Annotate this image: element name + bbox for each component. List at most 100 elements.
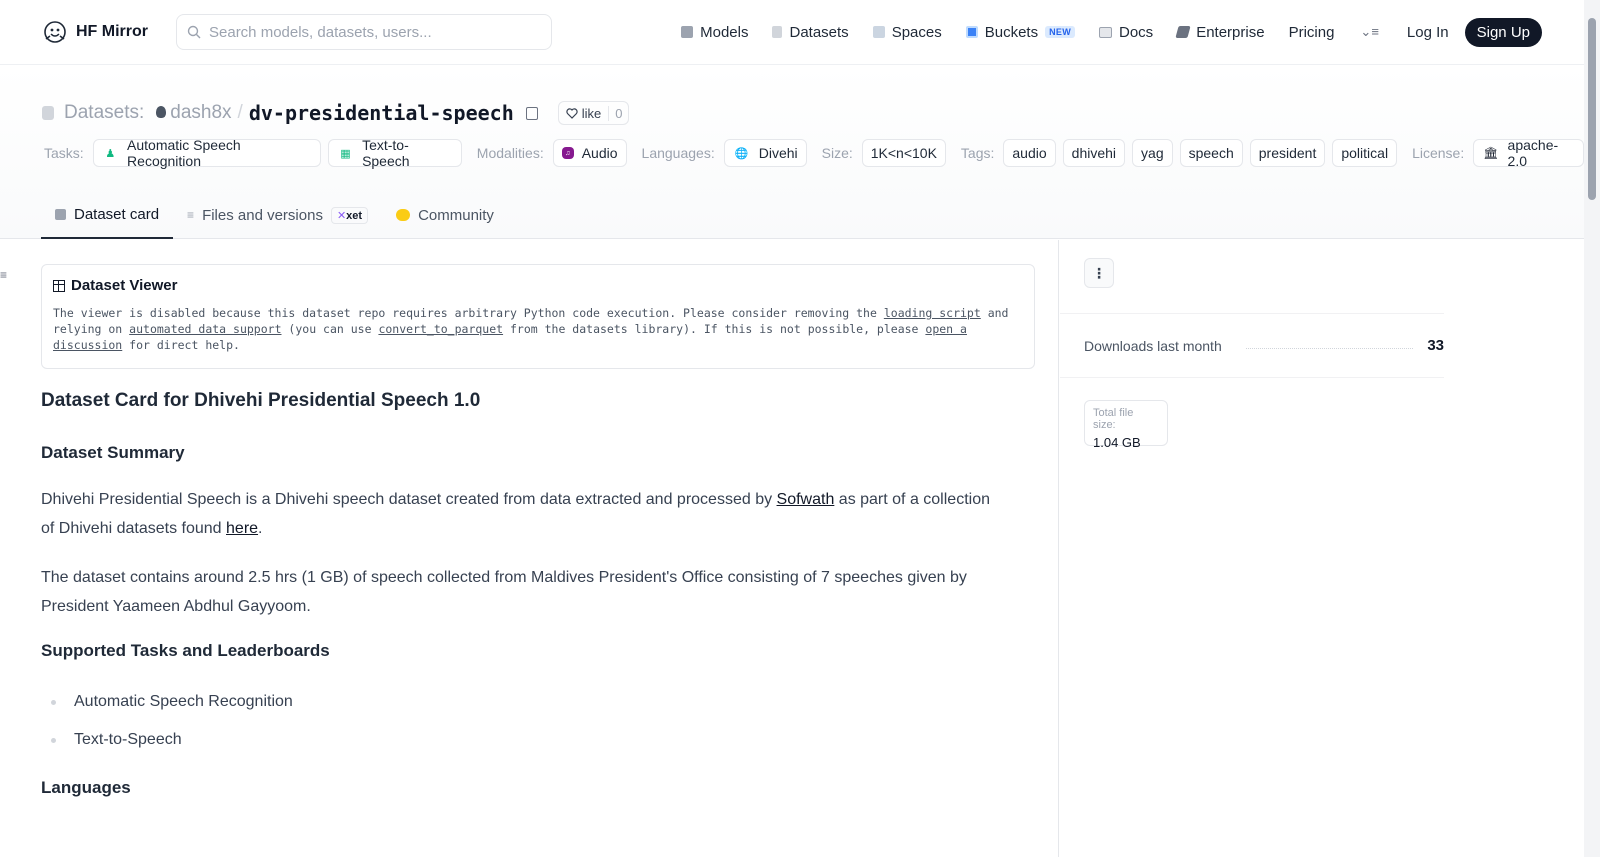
bucket-icon xyxy=(965,26,978,38)
tags-row: Tasks: ♟ Automatic Speech Recognition ▦ Te… xyxy=(44,137,1584,169)
nav-spaces-label: Spaces xyxy=(891,23,942,41)
more-options-button[interactable]: ⋮ xyxy=(1084,258,1114,288)
modalities-label: Modalities: xyxy=(476,145,544,161)
license-icon: 🏛 xyxy=(1483,146,1499,160)
nav-datasets-label: Datasets xyxy=(789,23,849,41)
heart-icon xyxy=(566,107,578,119)
nav-docs[interactable]: Docs xyxy=(1087,16,1165,48)
signup-button[interactable]: Sign Up xyxy=(1464,17,1542,47)
book-icon xyxy=(1099,26,1112,38)
tag-political[interactable]: political xyxy=(1332,139,1398,167)
summary-paragraph-1: Dhivehi Presidential Speech is a Dhivehi… xyxy=(41,485,1001,543)
dataset-viewer-title: Dataset Viewer xyxy=(53,277,1023,294)
downloads-row: Downloads last month 33 xyxy=(1060,313,1444,378)
repo-title-row: Datasets: dash8x / dv-presidential-speec… xyxy=(42,101,630,125)
nav-docs-label: Docs xyxy=(1119,23,1154,41)
automated-data-support-link[interactable]: automated data support xyxy=(129,322,281,336)
tag-asr[interactable]: ♟ Automatic Speech Recognition xyxy=(92,137,321,169)
languages-label: Languages: xyxy=(641,145,715,161)
more-menu-icon[interactable]: ⌄≡ xyxy=(1346,24,1392,40)
tab-dataset-card[interactable]: Dataset card xyxy=(41,191,174,239)
top-navbar: HF Mirror Models Datasets Spaces Buckets… xyxy=(0,0,1584,65)
section-label[interactable]: Datasets: xyxy=(64,102,144,124)
copy-icon[interactable] xyxy=(525,106,538,120)
tag-president[interactable]: president xyxy=(1249,139,1326,167)
xet-icon: ✕ xyxy=(336,209,347,222)
viewer-title-text: Dataset Viewer xyxy=(71,277,178,294)
convert-to-parquet-link[interactable]: convert_to_parquet xyxy=(378,322,503,336)
new-badge: NEW xyxy=(1045,26,1075,38)
summary-text-c: . xyxy=(258,520,263,537)
tasks-list: Automatic Speech Recognition Text-to-Spe… xyxy=(41,683,1001,759)
tag-size[interactable]: 1K<n<10K xyxy=(861,139,946,167)
nav-pricing[interactable]: Pricing xyxy=(1277,16,1347,48)
database-icon xyxy=(42,106,54,120)
file-size-label: Total file size: xyxy=(1093,407,1134,431)
nav-buckets[interactable]: Buckets NEW xyxy=(954,16,1087,48)
page-scrollbar[interactable] xyxy=(1584,0,1600,857)
tag-dhivehi[interactable]: dhivehi xyxy=(1062,139,1126,167)
nav-models[interactable]: Models xyxy=(669,16,760,48)
dataset-card: Dataset Card for Dhivehi Presidential Sp… xyxy=(41,390,1001,820)
database-icon xyxy=(772,26,783,38)
tag-tts-label: Text-to-Speech xyxy=(362,137,410,169)
nav-buckets-label: Buckets xyxy=(984,23,1039,41)
search-input[interactable] xyxy=(209,23,529,41)
file-size-value: 1.04 GB xyxy=(1093,435,1141,450)
login-link[interactable]: Log In xyxy=(1393,24,1463,41)
tasks-heading: Supported Tasks and Leaderboards xyxy=(41,641,330,660)
here-link[interactable]: here xyxy=(226,520,258,537)
list-item: Text-to-Speech xyxy=(41,721,1001,759)
owner-name: dash8x xyxy=(170,102,232,123)
list-item: Automatic Speech Recognition xyxy=(41,683,1001,721)
tab-files-and-versions[interactable]: ≡ Files and versions ✕xet xyxy=(173,191,382,239)
tag-tts[interactable]: ▦ Text-to-Speech xyxy=(327,137,462,169)
enterprise-icon xyxy=(1175,26,1191,38)
brand-name: HF Mirror xyxy=(76,23,148,40)
nav-enterprise[interactable]: Enterprise xyxy=(1165,16,1276,48)
viewer-text-3: (you can use xyxy=(281,322,379,336)
tag-audio-keyword[interactable]: audio xyxy=(1003,139,1056,167)
tag-audio[interactable]: ♫ Audio xyxy=(552,139,627,167)
tag-yag[interactable]: yag xyxy=(1132,139,1173,167)
search-box[interactable] xyxy=(176,14,552,50)
like-button[interactable]: like xyxy=(559,106,609,121)
tag-license[interactable]: 🏛 apache-2.0 xyxy=(1473,137,1584,169)
tts-icon: ▦ xyxy=(340,147,351,160)
like-label: like xyxy=(581,105,602,121)
nav-spaces[interactable]: Spaces xyxy=(861,16,954,48)
nav-datasets[interactable]: Datasets xyxy=(760,16,860,48)
summary-heading: Dataset Summary xyxy=(41,443,185,462)
viewer-text-4: from the datasets library). If this is n… xyxy=(503,322,926,336)
tab-dataset-card-label: Dataset card xyxy=(74,205,160,223)
summary-paragraph-2: The dataset contains around 2.5 hrs (1 G… xyxy=(41,569,967,615)
main-content: Dataset Viewer The viewer is disabled be… xyxy=(0,240,1059,857)
file-size-box: Total file size: 1.04 GB xyxy=(1084,400,1168,450)
path-separator: / xyxy=(237,102,243,123)
viewer-text-5: for direct help. xyxy=(122,338,240,352)
tab-community[interactable]: Community xyxy=(382,191,508,239)
sofwath-link[interactable]: Sofwath xyxy=(777,491,835,508)
hf-logo-icon xyxy=(44,21,66,43)
tag-speech[interactable]: speech xyxy=(1179,139,1243,167)
like-count[interactable]: 0 xyxy=(608,105,628,121)
xet-badge-label: xet xyxy=(346,209,363,222)
tag-asr-label: Automatic Speech Recognition xyxy=(127,137,241,169)
downloads-sparkline xyxy=(1245,348,1414,349)
table-icon xyxy=(53,279,65,292)
globe-icon: 🌐 xyxy=(734,147,749,160)
brand-link[interactable]: HF Mirror xyxy=(42,19,172,45)
repo-name[interactable]: dv-presidential-speech xyxy=(249,101,514,125)
tab-files-label: Files and versions xyxy=(202,206,323,224)
summary-text-a: Dhivehi Presidential Speech is a Dhivehi… xyxy=(41,491,777,508)
loading-script-link[interactable]: loading script xyxy=(884,306,981,320)
owner-link[interactable]: dash8x xyxy=(156,102,232,124)
community-icon xyxy=(396,209,411,221)
cube-icon xyxy=(681,26,694,38)
search-icon xyxy=(187,25,201,39)
tags-label: Tags: xyxy=(960,145,995,161)
tag-divehi[interactable]: 🌐 Divehi xyxy=(723,139,807,167)
scrollbar-thumb[interactable] xyxy=(1588,18,1596,200)
tab-community-label: Community xyxy=(418,206,494,224)
viewer-text-1: The viewer is disabled because this data… xyxy=(53,306,884,320)
